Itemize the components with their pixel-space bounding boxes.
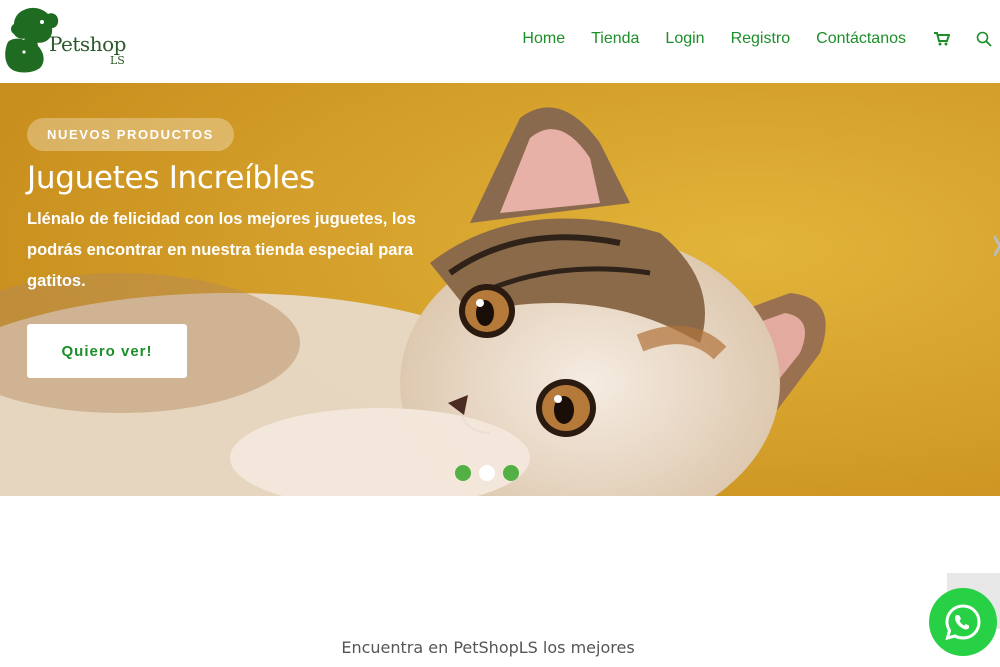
nav-item-registro[interactable]: Registro <box>731 30 791 48</box>
site-header: Petshop LS Home Tienda Login Registro Co… <box>0 0 1000 83</box>
slider-dot-3[interactable] <box>503 465 519 481</box>
cart-icon[interactable] <box>932 29 952 49</box>
slider-pagination <box>455 465 527 481</box>
hero-slider: NUEVOS PRODUCTOS Juguetes Increíbles Llé… <box>0 83 1000 496</box>
search-icon[interactable] <box>974 29 994 49</box>
hero-badge: NUEVOS PRODUCTOS <box>27 118 234 151</box>
nav-item-home[interactable]: Home <box>522 30 565 48</box>
main-nav: Home Tienda Login Registro Contáctanos <box>522 0 1000 78</box>
chevron-right-icon[interactable] <box>992 231 1000 261</box>
nav-item-tienda[interactable]: Tienda <box>591 30 639 48</box>
slider-dot-1[interactable] <box>455 465 471 481</box>
whatsapp-icon <box>945 604 981 641</box>
brand-logo[interactable]: Petshop LS <box>2 4 132 76</box>
nav-item-contactanos[interactable]: Contáctanos <box>816 30 906 48</box>
quiero-ver-button[interactable]: Quiero ver! <box>27 324 187 378</box>
hero-description: Llénalo de felicidad con los mejores jug… <box>27 210 416 290</box>
brand-name: Petshop <box>49 32 126 56</box>
brand-suffix: LS <box>110 54 125 67</box>
slider-dot-2[interactable] <box>479 465 495 481</box>
whatsapp-button[interactable] <box>929 588 997 656</box>
hero-title: Juguetes Increíbles <box>27 160 315 196</box>
section-intro-text: Encuentra en PetShopLS los mejores <box>341 638 635 657</box>
nav-item-login[interactable]: Login <box>665 30 704 48</box>
